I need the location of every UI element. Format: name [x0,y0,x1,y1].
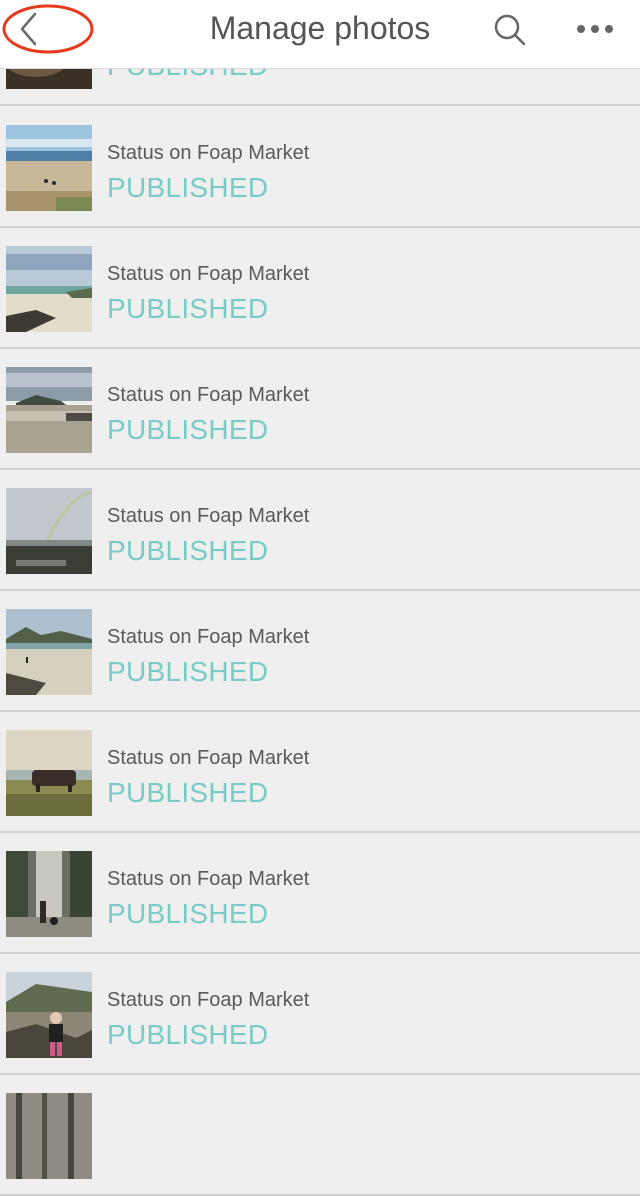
status-label: Status on Foap Market [107,142,310,164]
chevron-left-icon [2,4,94,54]
status-value: PUBLISHED [107,414,269,445]
photo-row[interactable] [0,1074,640,1196]
photo-row[interactable]: Status on Foap Market PUBLISHED [0,832,640,954]
page-title: Manage photos [209,10,431,46]
photo-thumbnail [6,1093,92,1179]
status-value: PUBLISHED [107,656,269,687]
photo-thumbnail [6,972,92,1058]
search-button[interactable] [490,10,530,50]
photo-row[interactable]: Status on Foap Market PUBLISHED [0,469,640,591]
status-value: PUBLISHED [107,777,269,808]
more-horizontal-icon [577,25,613,33]
status-value: PUBLISHED [107,172,269,203]
more-options-button[interactable] [572,14,618,44]
status-label: Status on Foap Market [107,505,310,527]
photo-row[interactable]: Status on Foap Market PUBLISHED [0,227,640,349]
navigation-bar: Manage photos [0,0,640,69]
status-label: Status on Foap Market [107,626,310,648]
status-label: Status on Foap Market [107,263,310,285]
status-label: Status on Foap Market [107,747,310,769]
photo-thumbnail [6,609,92,695]
photo-thumbnail [6,851,92,937]
photo-thumbnail [6,125,92,211]
photo-row[interactable]: Status on Foap Market PUBLISHED [0,106,640,228]
photo-thumbnail [6,730,92,816]
photo-row[interactable]: Status on Foap Market PUBLISHED [0,711,640,833]
status-label: Status on Foap Market [107,384,310,406]
status-label: Status on Foap Market [107,868,310,890]
status-value: PUBLISHED [107,293,269,324]
back-button[interactable] [2,2,94,54]
status-value: PUBLISHED [107,535,269,566]
photo-thumbnail [6,246,92,332]
status-label: Status on Foap Market [107,989,310,1011]
photo-thumbnail [6,367,92,453]
search-icon [494,14,526,46]
status-value: PUBLISHED [107,898,269,929]
photo-row[interactable]: Status on Foap Market PUBLISHED [0,348,640,470]
status-value: PUBLISHED [107,1019,269,1050]
photo-row[interactable]: Status on Foap Market PUBLISHED [0,590,640,712]
photo-row[interactable]: Status on Foap Market PUBLISHED [0,953,640,1075]
photo-thumbnail [6,488,92,574]
